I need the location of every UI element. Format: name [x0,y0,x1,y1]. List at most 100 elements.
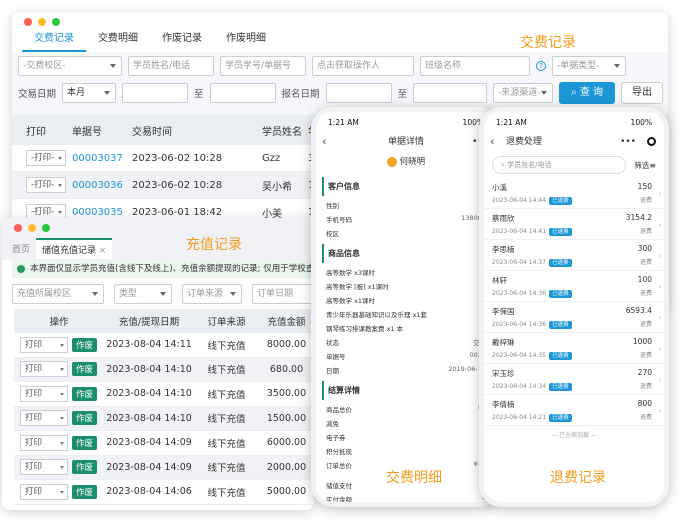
refunded-badge: 已退费 [549,414,572,422]
print-select[interactable]: 打印 [20,434,68,451]
amount-cell: 1500.00 [266,412,307,424]
tab-void-details[interactable]: 作废明细 [214,30,278,52]
tab-payment-details[interactable]: 交费明细 [86,30,150,52]
maximize-dot[interactable] [52,18,60,26]
print-select[interactable]: -打印- [26,177,66,193]
bill-type-select[interactable]: -单据类型- [552,56,626,76]
action-cell: 打印 作废 [14,483,104,500]
tab-void-records[interactable]: 作废记录 [150,30,214,52]
void-button[interactable]: 作废 [72,337,98,352]
list-item[interactable]: 李思楠 2023-06-04 14:37 已退费 300 退费 › [484,240,664,271]
recharge-header: 首页 储值充值记录 × 充值记录 [2,218,314,260]
help-icon[interactable]: ? [536,61,546,71]
maximize-dot[interactable] [42,224,50,232]
bill-number-link[interactable]: 00003036 [72,180,132,191]
bill-number-link[interactable]: 00003037 [72,153,132,164]
filter-row-1: -交费校区- 学员姓名/电话 学员学号/单据号 点击获取操作人 班级名称 ? -… [18,56,626,76]
void-button[interactable]: 作废 [72,362,98,377]
student-search-input[interactable]: 学员姓名/电话 [128,56,214,76]
table-row[interactable]: 打印 作废 2023-08-04 14:10 线下充值 3500.00 [14,382,314,407]
refund-search-input[interactable]: ⌕ 学员姓名/电话 [492,156,627,174]
recharge-tab[interactable]: 储值充值记录 × [36,238,113,259]
status-bar: 1:21 AM 100% [316,112,496,132]
close-dot[interactable] [24,18,32,26]
filter-icon[interactable]: ≡ [649,161,656,170]
refund-name: 李思楠 [492,245,515,254]
target-icon[interactable] [647,137,656,146]
refund-unit: 退费 [639,228,652,235]
campus-select[interactable]: -交费校区- [18,56,122,76]
void-button[interactable]: 作废 [72,460,98,475]
list-item[interactable]: 蔡雨欣 2023-06-04 14:41 已退费 3154.2 退费 › [484,209,664,240]
recharge-type-select[interactable]: 类型 [114,284,172,304]
detail-key: 减免 [326,420,339,428]
order-date-input[interactable]: 订单日期 [252,284,314,304]
channel-select[interactable]: -来源渠道- [493,83,554,103]
print-select[interactable]: 打印 [20,483,68,500]
minimize-dot[interactable] [28,224,36,232]
print-select[interactable]: 打印 [20,336,68,353]
list-item[interactable]: 林轩 2023-06-04 14:36 已退费 100 退费 › [484,271,664,302]
number-search-input[interactable]: 学员学号/单据号 [220,56,306,76]
operator-input[interactable]: 点击获取操作人 [312,56,414,76]
table-row[interactable]: 打印 作废 2023-08-04 14:10 线下充值 1500.00 [14,406,314,431]
list-item[interactable]: 李保国 2023-06-04 14:36 已退费 6593.4 退费 › [484,302,664,333]
print-select[interactable]: -打印- [26,150,66,166]
filter-button[interactable]: 筛选 [634,160,649,171]
search-button[interactable]: ⌕ 查 询 [559,82,616,104]
name-cell: 吴小希 [262,181,292,193]
bill-number-link[interactable]: 00003035 [72,207,132,218]
class-input[interactable]: 班级名称 [420,56,530,76]
refund-date: 2023-06-04 14:36 已退费 [492,320,656,329]
enroll-end-input[interactable] [413,83,488,103]
close-tab-icon[interactable]: × [99,246,107,256]
list-item[interactable]: 小溪 2023-06-04 14:44 已退费 150 退费 › [484,178,664,209]
tab-payment-records[interactable]: 交费记录 [22,30,86,52]
print-select[interactable]: 打印 [20,385,68,402]
void-button[interactable]: 作废 [72,411,98,426]
time-cell: 2023-06-02 10:28 [132,152,223,164]
table-row[interactable]: 打印 作废 2023-08-04 14:10 线下充值 680.00 [14,357,314,382]
time-cell: 2023-06-02 10:28 [132,179,223,191]
order-source-select[interactable]: 订单来源 [182,284,242,304]
back-icon[interactable]: ‹ [322,132,326,152]
chevron-right-icon: › [658,345,661,353]
void-button[interactable]: 作废 [72,435,98,450]
recharge-campus-select[interactable]: 充值所属校区 [12,284,104,304]
minimize-dot[interactable] [38,18,46,26]
void-button[interactable]: 作废 [72,484,98,499]
home-crumb[interactable]: 首页 [6,242,36,255]
refund-unit: 退费 [639,259,652,266]
detail-key: 日期 [326,367,339,375]
period-select[interactable]: 本月 [62,83,117,103]
export-button[interactable]: 导出 [621,82,664,104]
refund-unit: 退费 [639,352,652,359]
print-select[interactable]: 打印 [20,361,68,378]
enroll-start-input[interactable] [325,83,392,103]
to-label-2: 至 [397,89,408,100]
refund-unit: 退费 [639,197,652,204]
search-bar: ⌕ 学员姓名/电话 筛选 ≡ [484,152,664,178]
print-select[interactable]: 打印 [20,459,68,476]
refund-amount: 150 [637,182,652,191]
list-item[interactable]: 李倩楠 2023-06-04 14:21 已退费 800 退费 › [484,395,664,426]
amount-cell: 8000.00 [266,339,307,351]
more-icon[interactable]: ••• [620,132,636,152]
table-row[interactable]: 打印 作废 2023-08-04 14:09 线下充值 2000.00 [14,455,314,480]
list-item[interactable]: 宋玉珍 2023-06-04 14:34 已退费 270 退费 › [484,364,664,395]
date-cell: 2023-08-04 14:09 [106,437,192,449]
void-button[interactable]: 作废 [72,386,98,401]
detail-row: 实付金额¥ [316,492,496,502]
start-date-input[interactable] [122,83,189,103]
end-date-input[interactable] [209,83,276,103]
table-row[interactable]: 打印 作废 2023-08-04 14:06 线下充值 5000.00 [14,480,314,505]
back-icon[interactable]: ‹ [490,132,494,152]
print-select[interactable]: 打印 [20,410,68,427]
detail-key: 积分抵现 [326,448,352,456]
table-row[interactable]: 打印 作废 2023-08-04 14:11 线下充值 8000.00 [14,333,314,358]
col-name: 学员姓名 [262,126,302,138]
goods-item: 高等数学 x3课时 [326,269,376,277]
close-dot[interactable] [14,224,22,232]
list-item[interactable]: 戴梓琳 2023-06-04 14:35 已退费 1000 退费 › [484,333,664,364]
table-row[interactable]: 打印 作废 2023-08-04 14:09 线下充值 6000.00 [14,431,314,456]
